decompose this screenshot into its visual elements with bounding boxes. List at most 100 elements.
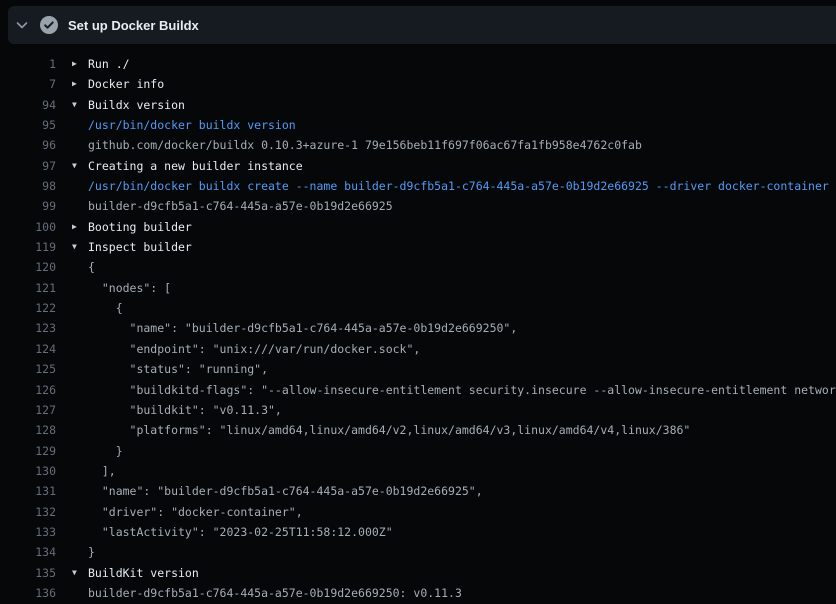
marker-spacer [72, 339, 88, 359]
chevron-down-icon[interactable] [14, 17, 30, 33]
log-text: { [88, 257, 95, 277]
marker-spacer [72, 522, 88, 542]
marker-spacer [72, 502, 88, 522]
log-line[interactable]: 7 ▶Docker info [0, 74, 836, 94]
line-number[interactable]: 132 [0, 502, 56, 522]
log-text: Run ./ [88, 54, 130, 74]
log-line[interactable]: 97 ▼Creating a new builder instance [0, 156, 836, 176]
line-number[interactable]: 127 [0, 400, 56, 420]
log-text: "nodes": [ [88, 278, 171, 298]
log-text: "driver": "docker-container", [88, 502, 303, 522]
triangle-right-icon[interactable]: ▶ [72, 217, 88, 237]
marker-spacer [72, 420, 88, 440]
triangle-right-icon[interactable]: ▶ [72, 54, 88, 74]
log-text: /usr/bin/docker buildx version [88, 115, 296, 135]
triangle-down-icon[interactable]: ▼ [72, 237, 88, 257]
log-text: "buildkit": "v0.11.3", [88, 400, 282, 420]
line-number[interactable]: 129 [0, 441, 56, 461]
log-line[interactable]: 119 ▼Inspect builder [0, 237, 836, 257]
log-text: Docker info [88, 74, 164, 94]
log-text: "name": "builder-d9cfb5a1-c764-445a-a57e… [88, 318, 517, 338]
line-number[interactable]: 119 [0, 237, 56, 257]
log-text: "status": "running", [88, 359, 268, 379]
line-number[interactable]: 1 [0, 54, 56, 74]
marker-spacer [72, 400, 88, 420]
log-line[interactable]: 1 ▶Run ./ [0, 54, 836, 74]
log-text: Buildx version [88, 95, 185, 115]
step-header[interactable]: Set up Docker Buildx [8, 6, 836, 44]
log-line: 131 "name": "builder-d9cfb5a1-c764-445a-… [0, 481, 836, 501]
line-number[interactable]: 133 [0, 522, 56, 542]
step-title: Set up Docker Buildx [68, 18, 199, 33]
line-number[interactable]: 126 [0, 380, 56, 400]
line-number[interactable]: 134 [0, 542, 56, 562]
log-line: 134} [0, 542, 836, 562]
line-number[interactable]: 95 [0, 115, 56, 135]
log-line: 98/usr/bin/docker buildx create --name b… [0, 176, 836, 196]
check-circle-icon [40, 16, 58, 34]
log-line: 125 "status": "running", [0, 359, 836, 379]
marker-spacer [72, 115, 88, 135]
line-number[interactable]: 135 [0, 563, 56, 583]
log-line[interactable]: 100 ▶Booting builder [0, 217, 836, 237]
line-number[interactable]: 7 [0, 74, 56, 94]
line-number[interactable]: 120 [0, 257, 56, 277]
triangle-down-icon[interactable]: ▼ [72, 563, 88, 583]
log-line[interactable]: 94 ▼Buildx version [0, 95, 836, 115]
marker-spacer [72, 380, 88, 400]
log-lines: 1▶Run ./7▶Docker info94▼Buildx version95… [0, 54, 836, 603]
log-text: Creating a new builder instance [88, 156, 303, 176]
marker-spacer [72, 461, 88, 481]
marker-spacer [72, 318, 88, 338]
line-number[interactable]: 99 [0, 196, 56, 216]
line-number[interactable]: 122 [0, 298, 56, 318]
line-number[interactable]: 98 [0, 176, 56, 196]
line-number[interactable]: 121 [0, 278, 56, 298]
log-line: 126 "buildkitd-flags": "--allow-insecure… [0, 380, 836, 400]
marker-spacer [72, 298, 88, 318]
triangle-down-icon[interactable]: ▼ [72, 95, 88, 115]
log-text: { [88, 298, 123, 318]
triangle-down-icon[interactable]: ▼ [72, 156, 88, 176]
line-number[interactable]: 125 [0, 359, 56, 379]
line-number[interactable]: 136 [0, 583, 56, 603]
log-line: 96 github.com/docker/buildx 0.10.3+azure-… [0, 135, 836, 155]
log-line[interactable]: 135▼BuildKit version [0, 563, 836, 583]
log-text: "endpoint": "unix:///var/run/docker.sock… [88, 339, 420, 359]
triangle-right-icon[interactable]: ▶ [72, 74, 88, 94]
log-line: 124 "endpoint": "unix:///var/run/docker.… [0, 339, 836, 359]
log-line: 95/usr/bin/docker buildx version [0, 115, 836, 135]
log-text: "name": "builder-d9cfb5a1-c764-445a-a57e… [88, 481, 483, 501]
marker-spacer [72, 196, 88, 216]
marker-spacer [72, 176, 88, 196]
marker-spacer [72, 278, 88, 298]
log-line: 127 "buildkit": "v0.11.3", [0, 400, 836, 420]
log-text: builder-d9cfb5a1-c764-445a-a57e-0b19d2e6… [88, 196, 393, 216]
line-number[interactable]: 96 [0, 135, 56, 155]
line-number[interactable]: 128 [0, 420, 56, 440]
log-text: github.com/docker/buildx 0.10.3+azure-1 … [88, 135, 642, 155]
marker-spacer [72, 441, 88, 461]
log-text: Inspect builder [88, 237, 192, 257]
log-viewer[interactable]: 1▶Run ./7▶Docker info94▼Buildx version95… [0, 44, 836, 604]
marker-spacer [72, 135, 88, 155]
log-line: 136builder-d9cfb5a1-c764-445a-a57e-0b19d… [0, 583, 836, 603]
log-text: Booting builder [88, 217, 192, 237]
log-text: /usr/bin/docker buildx create --name bui… [88, 176, 829, 196]
line-number[interactable]: 123 [0, 318, 56, 338]
log-line: 129 } [0, 441, 836, 461]
log-text: ], [88, 461, 116, 481]
log-text: "buildkitd-flags": "--allow-insecure-ent… [88, 380, 836, 400]
line-number[interactable]: 97 [0, 156, 56, 176]
log-text: "lastActivity": "2023-02-25T11:58:12.000… [88, 522, 393, 542]
line-number[interactable]: 124 [0, 339, 56, 359]
log-line: 121 "nodes": [ [0, 278, 836, 298]
marker-spacer [72, 257, 88, 277]
line-number[interactable]: 130 [0, 461, 56, 481]
log-line: 123 "name": "builder-d9cfb5a1-c764-445a-… [0, 318, 836, 338]
line-number[interactable]: 94 [0, 95, 56, 115]
line-number[interactable]: 131 [0, 481, 56, 501]
log-line: 120 { [0, 257, 836, 277]
line-number[interactable]: 100 [0, 217, 56, 237]
log-line: 99 builder-d9cfb5a1-c764-445a-a57e-0b19d2… [0, 196, 836, 216]
